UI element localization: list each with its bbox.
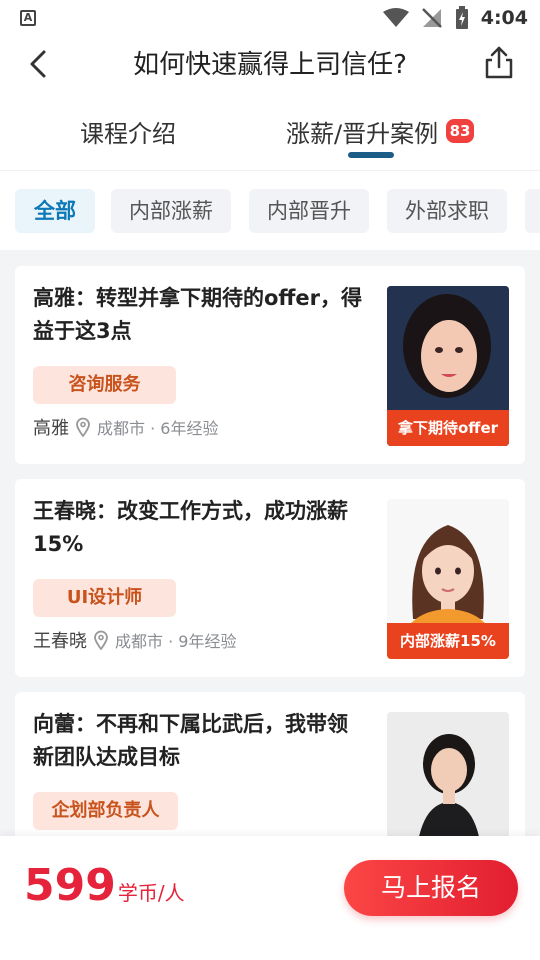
filter-chip-more[interactable]	[525, 189, 540, 233]
case-author: 高雅	[33, 418, 69, 439]
status-icons: 4:04	[382, 6, 528, 30]
share-icon[interactable]	[482, 44, 516, 80]
case-title: 王春晓：改变工作方式，成功涨薪15%	[33, 499, 348, 556]
case-location: 成都市 · 9年经验	[115, 632, 237, 651]
filter-chip-external-job[interactable]: 外部求职	[387, 189, 507, 233]
enroll-button[interactable]: 马上报名	[344, 860, 518, 916]
case-photo: 内部涨薪15%	[387, 499, 509, 659]
price-unit: 学币/人	[117, 881, 185, 905]
price: 599 学币/人	[24, 860, 185, 911]
case-title: 高雅：转型并拿下期待的offer，得益于这3点	[33, 286, 363, 343]
filter-bar: 全部 内部涨薪 内部晋升 外部求职	[0, 170, 540, 250]
status-bar: A 4:04	[0, 0, 540, 36]
case-meta: 高雅 成都市 · 6年经验	[33, 414, 218, 440]
filter-chip-internal-raise[interactable]: 内部涨薪	[111, 189, 231, 233]
location-pin-icon	[76, 417, 90, 437]
clock: 4:04	[480, 7, 528, 29]
app-notification-icon: A	[20, 10, 36, 26]
case-location: 成都市 · 6年经验	[97, 419, 219, 438]
price-amount: 599	[24, 860, 116, 911]
case-ribbon: 拿下期待offer	[387, 410, 509, 446]
no-signal-icon	[421, 8, 442, 28]
case-author: 王春晓	[33, 631, 87, 652]
wifi-icon	[382, 8, 409, 27]
bottom-purchase-bar: 599 学币/人 马上报名	[0, 836, 540, 960]
location-pin-icon	[94, 630, 108, 650]
case-card[interactable]: 高雅：转型并拿下期待的offer，得益于这3点 咨询服务 高雅 成都市 · 6年…	[15, 266, 525, 464]
battery-charging-icon	[455, 6, 468, 29]
case-count-badge: 83	[446, 119, 474, 143]
case-meta: 王春晓 成都市 · 9年经验	[33, 627, 236, 653]
filter-chip-internal-promotion[interactable]: 内部晋升	[249, 189, 369, 233]
case-ribbon: 内部涨薪15%	[387, 623, 509, 659]
active-tab-indicator	[348, 152, 394, 158]
tab-salary-cases[interactable]: 涨薪/晋升案例	[286, 114, 438, 149]
case-tag: 咨询服务	[33, 366, 176, 404]
case-title: 向蕾：不再和下属比武后，我带领新团队达成目标	[33, 712, 348, 769]
case-card[interactable]: 王春晓：改变工作方式，成功涨薪15% UI设计师 王春晓 成都市 · 9年经验 …	[15, 479, 525, 677]
page-title: 如何快速赢得上司信任?	[133, 50, 407, 80]
case-photo: 拿下期待offer	[387, 286, 509, 446]
case-tag: UI设计师	[33, 579, 176, 617]
filter-chip-all[interactable]: 全部	[15, 189, 95, 233]
nav-header: 如何快速赢得上司信任?	[0, 36, 540, 92]
case-tag: 企划部负责人	[33, 792, 178, 830]
tab-course-intro[interactable]: 课程介绍	[80, 114, 176, 149]
